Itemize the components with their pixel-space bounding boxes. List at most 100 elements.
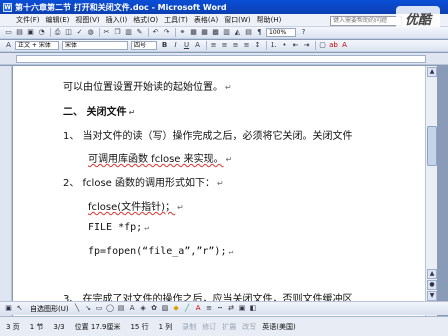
standard-toolbar: ▭ ▤ ▣ ◔ ⎙ ◫ ✓ ◍ ✂ ❐ ▥ ✎ ↶ ↷ ⚭ ▦ ▦ ▩ ▥ ◭ … (0, 27, 448, 39)
styles-pane-icon[interactable]: A (4, 41, 13, 50)
diagram-icon[interactable]: ◈ (139, 304, 148, 313)
research-icon[interactable]: ◍ (86, 28, 95, 37)
status-line: 15 行 (130, 322, 149, 331)
drawing-icon[interactable]: ◭ (233, 28, 242, 37)
line-tool-icon[interactable]: ╲ (73, 304, 82, 313)
print-preview-icon[interactable]: ◫ (64, 28, 73, 37)
arrow-tool-icon[interactable]: ↘ (84, 304, 93, 313)
cut-icon[interactable]: ✂ (102, 28, 111, 37)
line-spacing-icon[interactable]: ↕ (253, 41, 262, 50)
font-color-icon[interactable]: A (340, 41, 349, 50)
decrease-indent-icon[interactable]: ⇤ (291, 41, 300, 50)
bullets-icon[interactable]: • (280, 41, 289, 50)
wordart-icon[interactable]: A (128, 304, 137, 313)
3d-icon[interactable]: ◧ (249, 304, 258, 313)
draw-menu-icon[interactable]: ▣ (4, 304, 13, 313)
vertical-scrollbar[interactable]: ▲ ▲ ● ▼ ▼ (425, 66, 437, 316)
new-doc-icon[interactable]: ▭ (4, 28, 13, 37)
help-search-input[interactable]: 键入需要帮助的问题 (330, 16, 402, 26)
align-left-icon[interactable]: ≡ (209, 41, 218, 50)
print-icon[interactable]: ⎙ (53, 28, 62, 37)
scroll-up-icon[interactable]: ▲ (427, 67, 437, 77)
autoshapes-menu[interactable]: 自选图形(U) (30, 304, 69, 314)
italic-icon[interactable]: I (171, 41, 180, 50)
status-track-changes[interactable]: 修订 (202, 322, 216, 332)
doc-text: FILE *fp; (88, 222, 143, 233)
increase-indent-icon[interactable]: ⇥ (302, 41, 311, 50)
menu-help[interactable]: 帮助(H) (257, 15, 282, 25)
doc-map-icon[interactable]: ▤ (244, 28, 253, 37)
undo-icon[interactable]: ↶ (151, 28, 160, 37)
align-center-icon[interactable]: ≡ (220, 41, 229, 50)
permission-icon[interactable]: ◔ (37, 28, 46, 37)
paragraph-mark: ↵ (225, 83, 232, 92)
font-select[interactable]: 宋体 (62, 41, 128, 50)
rectangle-tool-icon[interactable]: ▭ (95, 304, 104, 313)
zoom-select[interactable]: 100% (266, 28, 296, 37)
numbering-icon[interactable]: ⒈ (269, 41, 278, 50)
doc-line-7: FILE *fp; ↵ (88, 222, 149, 233)
help-icon[interactable]: ? (299, 28, 308, 37)
toolbar-separator (50, 28, 51, 37)
show-hide-icon[interactable]: ¶ (255, 28, 264, 37)
toolbar-separator (99, 28, 100, 37)
menu-file[interactable]: 文件(F) (16, 15, 40, 25)
open-icon[interactable]: ▤ (15, 28, 24, 37)
hyperlink-icon[interactable]: ⚭ (178, 28, 187, 37)
menu-table[interactable]: 表格(A) (194, 15, 218, 25)
status-record[interactable]: 录制 (182, 322, 196, 332)
window-edge (437, 66, 448, 316)
next-page-icon[interactable]: ▼ (427, 291, 437, 301)
justify-icon[interactable]: ≡ (242, 41, 251, 50)
horizontal-ruler[interactable] (0, 53, 448, 65)
doc-line-6: fclose(文件指针)； ↵ (88, 198, 184, 213)
dash-style-icon[interactable]: ┅ (216, 304, 225, 313)
font-size-select[interactable]: 四号 (131, 41, 157, 50)
status-extend[interactable]: 扩展 (222, 322, 236, 332)
save-icon[interactable]: ▣ (26, 28, 35, 37)
scroll-thumb[interactable] (427, 126, 437, 166)
arrow-style-icon[interactable]: ⇄ (227, 304, 236, 313)
doc-text: 2、 fclose 函数的调用形式如下： (63, 178, 215, 189)
menu-view[interactable]: 视图(V) (75, 15, 99, 25)
paste-icon[interactable]: ▥ (124, 28, 133, 37)
menu-edit[interactable]: 编辑(E) (46, 15, 70, 25)
doc-text: 可调用库函数 fclose 来实现。 (88, 154, 224, 165)
bold-icon[interactable]: B (160, 41, 169, 50)
style-select[interactable]: 正文 + 宋体 (15, 41, 59, 50)
font-color-draw-icon[interactable]: A (194, 304, 203, 313)
align-right-icon[interactable]: ≡ (231, 41, 240, 50)
clipart-icon[interactable]: ✿ (150, 304, 159, 313)
format-painter-icon[interactable]: ✎ (135, 28, 144, 37)
underline-icon[interactable]: U (182, 41, 191, 50)
picture-icon[interactable]: ▨ (161, 304, 170, 313)
menu-insert[interactable]: 插入(I) (106, 15, 128, 25)
prev-page-icon[interactable]: ▲ (427, 269, 437, 279)
insert-table-icon[interactable]: ▦ (200, 28, 209, 37)
status-overtype[interactable]: 改写 (242, 322, 256, 332)
textbox-icon[interactable]: ▤ (117, 304, 126, 313)
menu-tools[interactable]: 工具(T) (164, 15, 188, 25)
oval-tool-icon[interactable]: ◯ (106, 304, 115, 313)
excel-icon[interactable]: ▩ (211, 28, 220, 37)
line-color-icon[interactable]: ╱ (183, 304, 192, 313)
redo-icon[interactable]: ↷ (162, 28, 171, 37)
vertical-ruler[interactable] (0, 66, 12, 316)
fill-color-icon[interactable]: ◆ (172, 304, 181, 313)
char-border-icon[interactable]: A (193, 41, 202, 50)
columns-icon[interactable]: ▥ (222, 28, 231, 37)
browse-object-icon[interactable]: ● (427, 280, 437, 290)
shadow-icon[interactable]: ▣ (238, 304, 247, 313)
tables-icon[interactable]: ▦ (189, 28, 198, 37)
copy-icon[interactable]: ❐ (113, 28, 122, 37)
menu-window[interactable]: 窗口(W) (224, 15, 250, 25)
spelling-icon[interactable]: ✓ (75, 28, 84, 37)
toolbar-separator (148, 28, 149, 37)
highlight-icon[interactable]: ab (329, 41, 338, 50)
outside-border-icon[interactable]: ▢ (318, 41, 327, 50)
line-style-icon[interactable]: ≡ (205, 304, 214, 313)
menu-format[interactable]: 格式(O) (133, 15, 158, 25)
word-app-icon[interactable]: W (3, 2, 12, 12)
document-page[interactable]: 可以由位置设置开始读的起始位置。 ↵ 二、 关闭文件 ↵ 1、 当对文件的读（写）操… (13, 66, 425, 316)
select-objects-icon[interactable]: ↖ (15, 304, 24, 313)
